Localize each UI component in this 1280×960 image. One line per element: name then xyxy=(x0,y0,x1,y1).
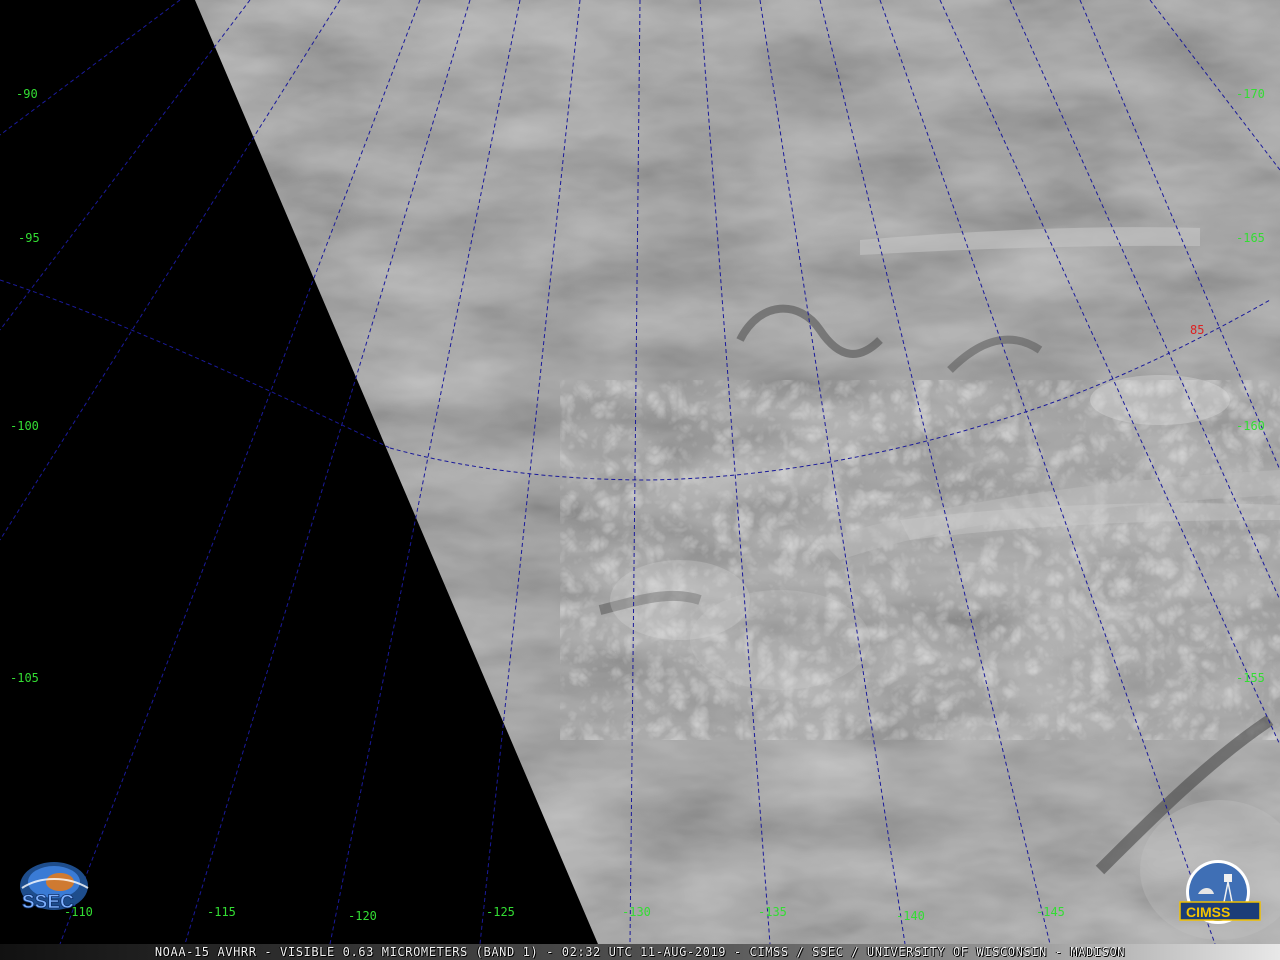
lon-label-bottom: -130 xyxy=(622,905,651,919)
lon-label-right: -155 xyxy=(1236,671,1265,685)
lon-label-left: -90 xyxy=(16,87,38,101)
satellite-map: -90 -95 -100 -105 -170 -165 -160 -155 -1… xyxy=(0,0,1280,945)
cimss-logo-text: CIMSS xyxy=(1186,904,1230,920)
lon-label-right: -165 xyxy=(1236,231,1265,245)
lon-label-bottom: -120 xyxy=(348,909,377,923)
lon-label-left: -105 xyxy=(10,671,39,685)
lon-label-bottom: -145 xyxy=(1036,905,1065,919)
lon-label-bottom: -115 xyxy=(207,905,236,919)
lon-label-left: -95 xyxy=(18,231,40,245)
image-caption: NOAA-15 AVHRR - VISIBLE 0.63 MICROMETERS… xyxy=(154,945,1126,959)
lon-label-right: -160 xyxy=(1236,419,1265,433)
lat-label-85: 85 xyxy=(1190,323,1204,337)
lon-label-bottom: -135 xyxy=(758,905,787,919)
lon-label-bottom: -140 xyxy=(896,909,925,923)
ssec-logo-text: SSEC xyxy=(22,892,74,913)
lon-label-right: -170 xyxy=(1236,87,1265,101)
lon-label-left: -100 xyxy=(10,419,39,433)
lon-label-bottom: -125 xyxy=(486,905,515,919)
